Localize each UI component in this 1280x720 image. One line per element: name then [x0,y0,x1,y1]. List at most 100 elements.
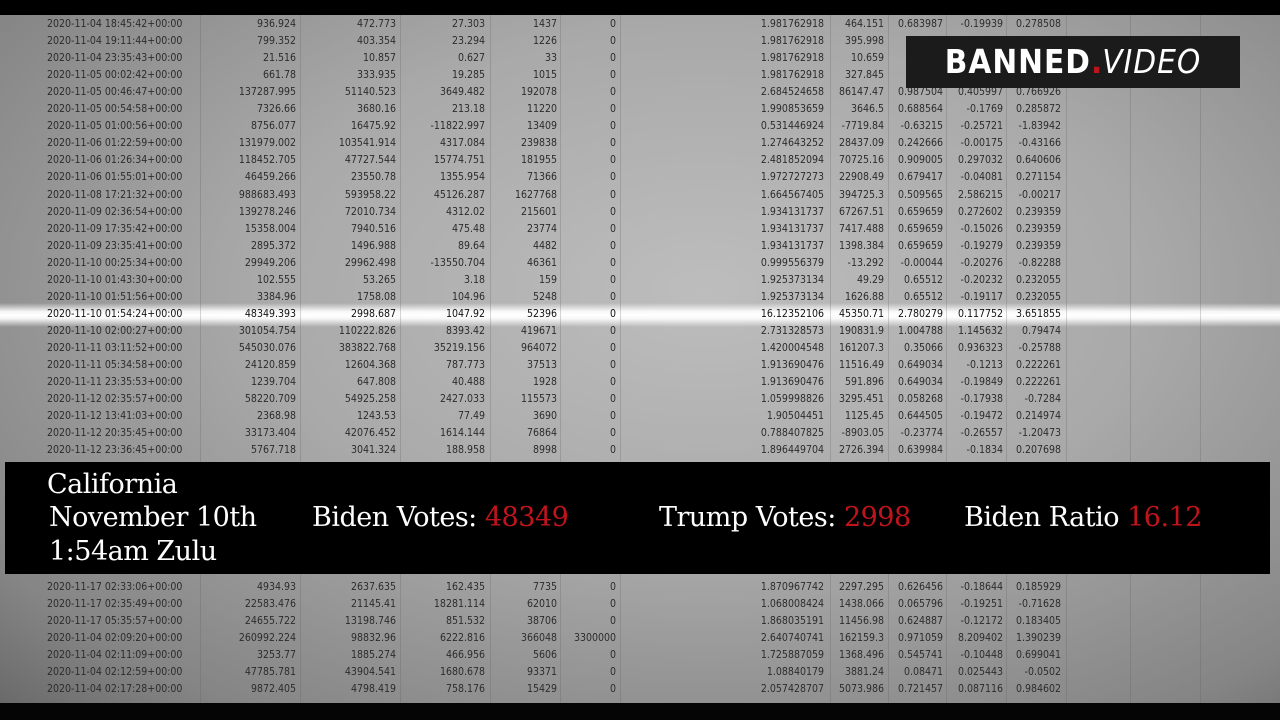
table-cell: 70725.16 [838,154,884,167]
caption-state: California [47,469,178,500]
table-cell-timestamp: 2020-11-10 02:00:27+00:00 [47,324,183,337]
table-cell: 0.65512 [903,273,943,286]
table-cell: 0.239359 [1015,222,1061,235]
table-cell-timestamp: 2020-11-04 02:12:59+00:00 [47,666,183,679]
table-cell: 1368.496 [838,649,884,662]
table-cell: 851.532 [445,615,485,628]
table-cell: 1.90504451 [766,410,824,423]
table-cell: -0.10448 [960,649,1003,662]
table-cell: 19.285 [451,69,485,82]
table-cell: 0.79474 [1021,324,1061,337]
table-cell: 1.896449704 [760,444,824,457]
table-cell: 54925.258 [344,393,396,406]
table-cell: 0.624887 [897,615,943,628]
table-cell: 0.087116 [957,683,1003,696]
table-cell: -0.17938 [960,393,1003,406]
table-row: 2020-11-04 02:09:20+00:00 260992.224 98832… [0,630,1280,647]
table-cell: 593958.22 [344,188,396,201]
table-cell: 62010 [526,598,557,611]
table-cell: 3680.16 [356,103,396,116]
table-cell: 76864 [526,427,557,440]
table-cell: 1.725887059 [760,649,824,662]
table-cell: 45126.287 [433,188,485,201]
table-cell: 1.925373134 [760,290,824,303]
table-cell: 0 [609,290,616,303]
table-cell: 661.78 [262,69,296,82]
table-row: 2020-11-04 02:17:28+00:00 9872.405 4798.41… [0,681,1280,698]
table-cell: 0 [609,222,616,235]
table-cell: 13409 [526,120,557,133]
table-cell: 0 [609,154,616,167]
table-cell: 0.278508 [1015,18,1061,30]
table-cell: 7417.488 [838,222,884,235]
table-cell: 383822.768 [338,341,396,354]
table-cell: 0.272602 [957,205,1003,218]
table-cell: 1243.53 [356,410,396,423]
table-cell: 1.972727273 [760,171,824,184]
table-row: 2020-11-11 03:11:52+00:00 545030.076 38382… [0,340,1280,357]
table-cell: 181955 [520,154,557,167]
table-cell: 936.924 [256,18,296,30]
table-cell: 327.845 [844,69,884,82]
table-cell: -0.20232 [960,273,1003,286]
table-cell: 89.64 [457,239,485,252]
table-cell: 37513 [526,359,557,371]
table-cell: 0.659659 [897,205,943,218]
table-cell: 5073.986 [838,683,884,696]
table-cell: -0.00217 [1018,188,1061,201]
table-cell: 0 [609,581,616,593]
table-cell: 0.242666 [897,137,943,150]
table-cell: -0.1769 [966,103,1003,116]
table-cell: 110222.826 [338,324,396,337]
table-cell: 5767.718 [250,444,296,457]
table-cell: 159 [538,273,557,286]
table-cell: 18281.114 [433,598,485,611]
bottom-letterbox [0,703,1280,720]
table-row: 2020-11-06 01:55:01+00:00 46459.266 23550.… [0,169,1280,186]
table-cell: 11516.49 [838,359,884,371]
table-cell: 29949.206 [244,256,296,269]
table-cell: -0.43166 [1018,137,1061,150]
table-cell: 0 [609,256,616,269]
logo-dot: . [1090,42,1103,81]
table-cell: -0.25721 [960,120,1003,133]
table-cell: 1226 [532,35,557,48]
table-cell: 1.934131737 [760,239,824,252]
table-cell: -0.19849 [960,376,1003,389]
table-cell: 27.303 [451,18,485,30]
table-cell: 403.354 [356,35,396,48]
table-cell: 24655.722 [244,615,296,628]
table-cell: 139278.246 [238,205,296,218]
table-cell: 104.96 [451,290,485,303]
table-cell: 1.981762918 [760,18,824,30]
biden-ratio-value: 16.12 [1127,502,1202,533]
table-cell: 0 [609,52,616,65]
table-cell: 0 [609,410,616,423]
table-cell: 1.664567405 [760,188,824,201]
table-cell-timestamp: 2020-11-08 17:21:32+00:00 [47,188,183,201]
table-row: 2020-11-10 00:25:34+00:00 29949.206 29962.… [0,255,1280,272]
table-cell: 1.068008424 [760,598,824,611]
table-cell: -1.20473 [1018,427,1061,440]
table-cell: -0.19472 [960,410,1003,423]
table-cell-timestamp: 2020-11-05 00:46:47+00:00 [47,86,183,99]
table-cell: 395.998 [844,35,884,48]
table-cell: -0.7284 [1024,393,1061,406]
table-cell: 2.731328573 [760,324,824,337]
table-cell: 0 [609,683,616,696]
table-cell: 591.896 [844,376,884,389]
table-cell: 2297.295 [838,581,884,593]
table-cell: 72010.734 [344,205,396,218]
table-cell: 1.870967742 [760,581,824,593]
table-cell: 22908.49 [838,171,884,184]
table-cell: 43904.541 [344,666,396,679]
table-cell: 10.857 [362,52,396,65]
table-cell: 3.651855 [1015,307,1061,320]
table-cell: 0 [609,205,616,218]
table-cell: 12604.368 [344,359,396,371]
table-row: 2020-11-10 01:43:30+00:00 102.555 53.265 3.… [0,272,1280,289]
table-cell: 3295.451 [838,393,884,406]
table-cell: 0 [609,444,616,457]
table-cell: 0 [609,598,616,611]
table-cell: 1.08840179 [766,666,824,679]
